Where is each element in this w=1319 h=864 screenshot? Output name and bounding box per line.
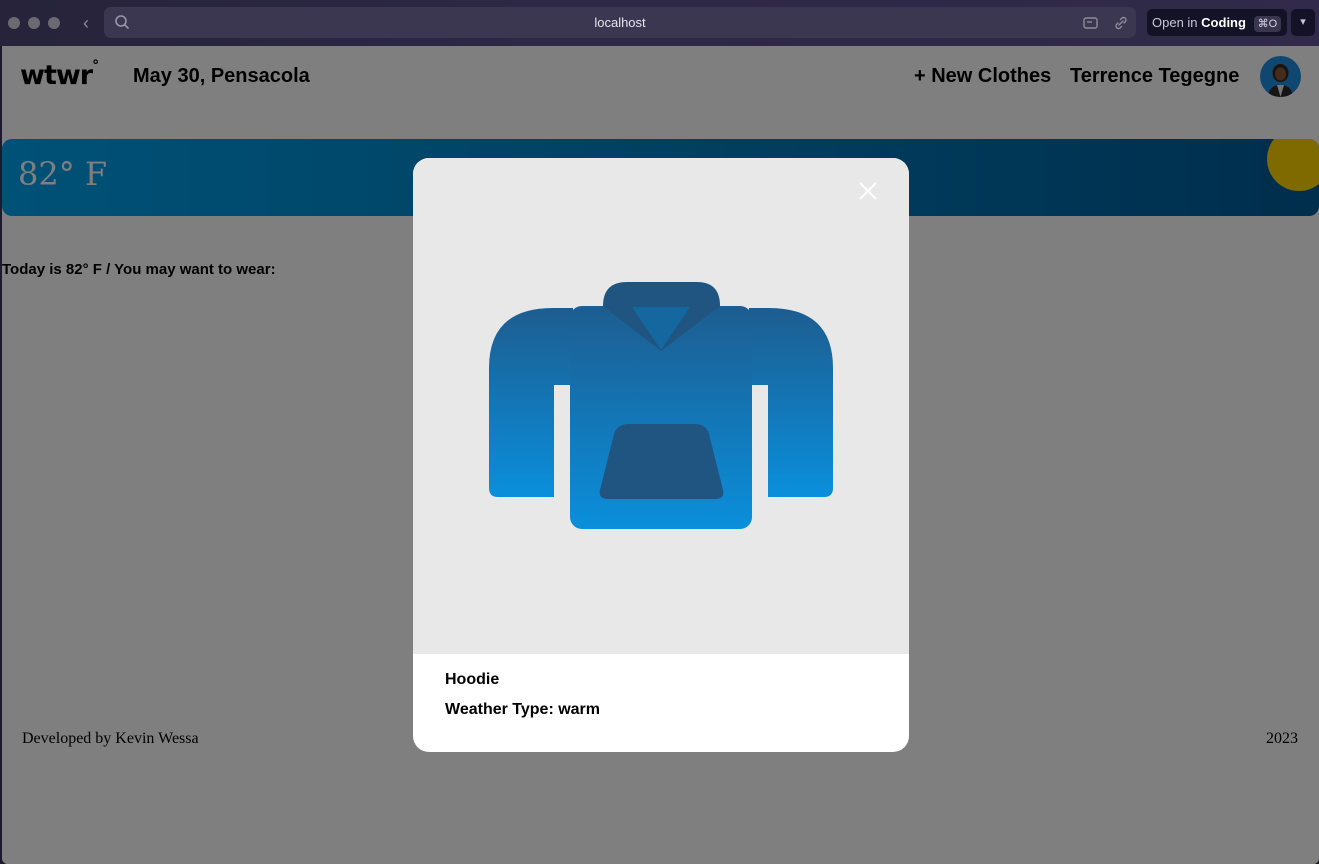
window-zoom-button[interactable] bbox=[48, 17, 60, 29]
link-icon[interactable] bbox=[1112, 14, 1130, 32]
shortcut-badge: ⌘O bbox=[1253, 16, 1282, 32]
reader-mode-icon[interactable] bbox=[1082, 14, 1100, 32]
hoodie-icon bbox=[489, 282, 833, 529]
address-bar[interactable]: localhost bbox=[104, 7, 1136, 38]
item-preview-modal: Hoodie Weather Type: warm bbox=[413, 158, 909, 752]
close-icon[interactable] bbox=[855, 178, 881, 204]
open-in-coding-button[interactable]: Open in Coding ⌘O bbox=[1146, 8, 1288, 37]
item-name: Hoodie bbox=[445, 671, 500, 688]
window-close-button[interactable] bbox=[8, 17, 20, 29]
browser-toolbar: ‹ localhost Open in Coding ⌘O ▾ bbox=[0, 0, 1319, 46]
open-in-app-label: Coding bbox=[1201, 15, 1246, 30]
open-in-label: Open in bbox=[1152, 15, 1198, 30]
chevron-down-icon[interactable]: ▾ bbox=[1290, 8, 1316, 37]
back-arrow-icon[interactable]: ‹ bbox=[78, 12, 94, 34]
window-minimize-button[interactable] bbox=[28, 17, 40, 29]
item-weather-type: Weather Type: warm bbox=[445, 701, 601, 718]
url-text: localhost bbox=[594, 15, 646, 30]
item-image bbox=[413, 158, 909, 654]
app-page: wtwr° May 30, Pensacola + New Clothes Te… bbox=[2, 46, 1319, 864]
